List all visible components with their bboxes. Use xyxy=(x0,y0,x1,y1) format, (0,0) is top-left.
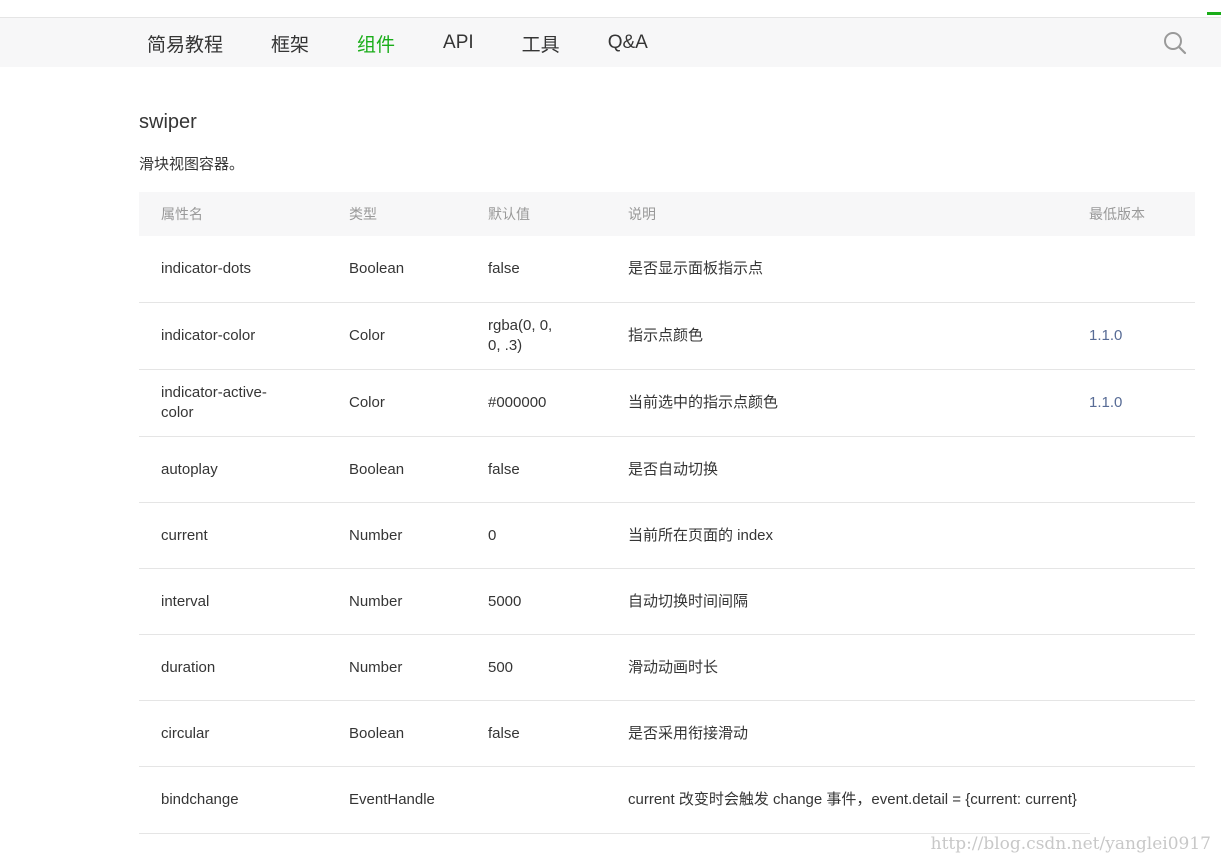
header-min-version: 最低版本 xyxy=(1089,206,1145,222)
cell-type: Color xyxy=(349,394,385,411)
table-row: current Number 0 当前所在页面的 index xyxy=(139,503,1195,569)
top-accent-bar xyxy=(1207,12,1221,15)
nav-item-tools[interactable]: 工具 xyxy=(522,30,560,57)
table-row: indicator-color Color rgba(0, 0, 0, .3) … xyxy=(139,303,1195,370)
table-row: duration Number 500 滑动动画时长 xyxy=(139,635,1195,701)
cell-type: Number xyxy=(349,658,403,676)
page-title: swiper xyxy=(139,111,197,133)
nav-item-components[interactable]: 组件 xyxy=(357,30,395,57)
cell-description: 自动切换时间间隔 xyxy=(628,592,749,610)
cell-type: EventHandle xyxy=(349,791,435,808)
table-row: interval Number 5000 自动切换时间间隔 xyxy=(139,569,1195,635)
cell-name: indicator-active-color xyxy=(161,384,267,421)
cell-version[interactable]: 1.1.0 xyxy=(1089,326,1195,346)
cell-description: 当前所在页面的 index xyxy=(628,526,774,544)
cell-description: 当前选中的指示点颜色 xyxy=(628,394,779,411)
cell-description: 是否自动切换 xyxy=(628,460,719,478)
watermark-text: http://blog.csdn.net/yanglei0917 xyxy=(930,834,1211,854)
header-type: 类型 xyxy=(349,206,377,222)
cell-type: Number xyxy=(349,526,403,544)
table-row: circular Boolean false 是否采用衔接滑动 xyxy=(139,701,1195,767)
cell-name: current xyxy=(161,526,208,544)
cell-default: false xyxy=(488,460,520,478)
table-row: indicator-active-color Color #000000 当前选… xyxy=(139,370,1195,437)
cell-default: #000000 xyxy=(488,394,547,411)
table-row: autoplay Boolean false 是否自动切换 xyxy=(139,437,1195,503)
top-navigation-bar: 简易教程 框架 组件 API 工具 Q&A xyxy=(0,17,1221,67)
cell-default: 0 xyxy=(488,526,497,544)
header-description: 说明 xyxy=(628,206,656,222)
nav-item-tutorial[interactable]: 简易教程 xyxy=(147,30,223,57)
cell-default: false xyxy=(488,260,520,277)
cell-type: Color xyxy=(349,327,385,344)
page-description: 滑块视图容器。 xyxy=(139,156,245,173)
properties-table: 属性名 类型 默认值 说明 最低版本 indicator-dots Boolea… xyxy=(139,192,1195,834)
cell-name: indicator-color xyxy=(161,327,256,344)
cell-description: current 改变时会触发 change 事件，event.detail = … xyxy=(628,791,1077,808)
search-icon[interactable] xyxy=(1163,31,1187,55)
nav-item-api[interactable]: API xyxy=(443,32,474,54)
cell-description: 滑动动画时长 xyxy=(628,658,719,676)
header-name: 属性名 xyxy=(161,206,203,222)
cell-name: indicator-dots xyxy=(161,260,252,277)
cell-description: 指示点颜色 xyxy=(628,327,704,344)
cell-type: Boolean xyxy=(349,260,405,277)
table-row: bindchange EventHandle current 改变时会触发 ch… xyxy=(139,767,1090,834)
main-nav: 简易教程 框架 组件 API 工具 Q&A xyxy=(147,18,696,68)
table-row: indicator-dots Boolean false 是否显示面板指示点 xyxy=(139,236,1195,303)
cell-name: circular xyxy=(161,724,210,742)
header-default: 默认值 xyxy=(488,206,530,222)
cell-name: autoplay xyxy=(161,460,218,478)
cell-default: false xyxy=(488,724,520,742)
cell-default: rgba(0, 0, 0, .3) xyxy=(488,317,553,354)
cell-name: bindchange xyxy=(161,791,239,808)
nav-item-qa[interactable]: Q&A xyxy=(608,32,648,54)
cell-default: 500 xyxy=(488,658,514,676)
cell-default: 5000 xyxy=(488,592,522,610)
cell-type: Boolean xyxy=(349,724,405,742)
cell-type: Boolean xyxy=(349,460,405,478)
cell-name: duration xyxy=(161,658,216,676)
cell-type: Number xyxy=(349,592,403,610)
cell-name: interval xyxy=(161,592,210,610)
cell-version[interactable]: 1.1.0 xyxy=(1089,393,1195,413)
table-header: 属性名 类型 默认值 说明 最低版本 xyxy=(139,192,1195,236)
cell-description: 是否显示面板指示点 xyxy=(628,260,764,277)
cell-description: 是否采用衔接滑动 xyxy=(628,724,749,742)
nav-item-framework[interactable]: 框架 xyxy=(271,30,309,57)
